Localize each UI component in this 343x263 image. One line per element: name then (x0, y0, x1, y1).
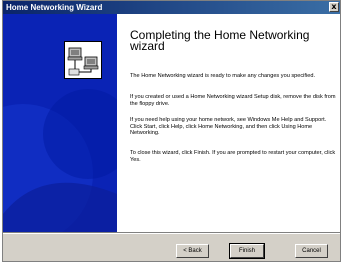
wizard-content: Completing the Home Networking wizard Th… (117, 14, 340, 232)
button-divider (3, 232, 340, 234)
help-message: If you need help using your home network… (130, 117, 327, 136)
page-title: Completing the Home Networking wizard (130, 28, 310, 53)
computer-network-icon (64, 41, 102, 79)
ready-message: The Home Networking wizard is ready to m… (130, 73, 315, 79)
window-title: Home Networking Wizard (6, 3, 103, 12)
wizard-window: Home Networking Wizard x Completing the … (2, 0, 341, 262)
close-button[interactable]: x (329, 2, 339, 12)
close-instructions: To close this wizard, click Finish. If y… (130, 150, 336, 163)
back-button[interactable]: < Back (176, 244, 209, 258)
finish-button[interactable]: Finish (229, 243, 265, 259)
wizard-side-panel (3, 14, 117, 232)
cancel-button[interactable]: Cancel (295, 244, 328, 258)
title-bar[interactable]: Home Networking Wizard x (3, 1, 340, 14)
setup-disk-message: If you created or used a Home Networking… (130, 94, 336, 107)
